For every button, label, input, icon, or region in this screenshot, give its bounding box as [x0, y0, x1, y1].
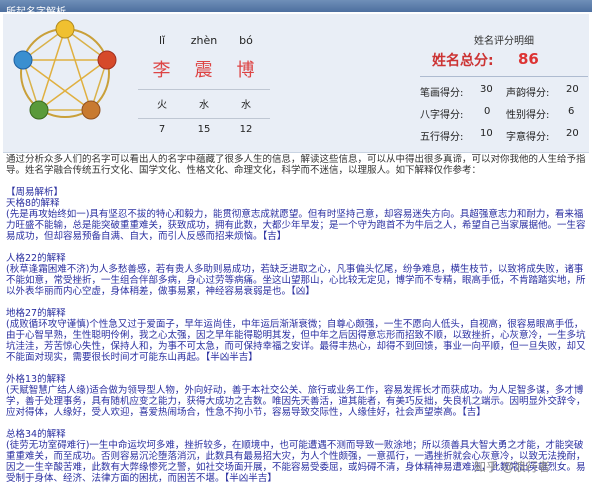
- five-elements-wheel-icon: [13, 19, 117, 120]
- divider: [420, 76, 588, 77]
- score-label: 笔画得分:: [420, 88, 464, 99]
- wuxing-1: 火: [157, 100, 167, 111]
- divider: [138, 118, 270, 119]
- score-row: 八字得分: 0 性别得分: 6: [420, 106, 588, 121]
- section-body: (成败循环攻守谨慎)个性急又过于爱面子，早年运尚佳，中年运后渐渐衰微；自尊心颇强…: [6, 319, 586, 363]
- pinyin-2: zhèn: [190, 34, 218, 47]
- intro-text: 通过分析众多人们的名字可以看出人的名字中蕴藏了很多人生的信息，解读这些信息，可以…: [6, 154, 586, 176]
- score-label: 五行得分:: [420, 132, 464, 143]
- section-title: 【周易解析】: [6, 187, 64, 198]
- section-header: 外格13的解释: [6, 374, 66, 385]
- score-label: 八字得分:: [420, 110, 464, 121]
- score-value: 20: [566, 128, 579, 139]
- score-value: 30: [480, 84, 493, 95]
- stroke-count-2: 15: [197, 124, 211, 135]
- score-header: 姓名评分明细: [474, 36, 534, 47]
- score-label: 字意得分:: [506, 132, 550, 143]
- total-score-label: 姓名总分:: [432, 53, 494, 69]
- window-titlebar: 所起名字解析: [0, 0, 592, 18]
- pinyin-3: bó: [239, 34, 253, 47]
- section-body: (天赋智慧广结人缘)适合做为领导型人物，外向好动，善于本社交公关、旅行或业务工作…: [6, 385, 586, 418]
- section-header: 天格8的解释: [6, 198, 60, 209]
- score-box: 姓名评分明细 姓名总分: 86 笔画得分: 30 声韵得分: 20 八字得分: …: [420, 32, 588, 143]
- score-value: 20: [566, 84, 579, 95]
- score-row: 笔画得分: 30 声韵得分: 20: [420, 84, 588, 99]
- stroke-count-1: 7: [158, 124, 166, 135]
- section-body: (秋草逢霜困难不济)为人多愁善感，若有贵人多助则易成功，若缺乏进取之心，凡事偏头…: [6, 264, 586, 297]
- watermark: 知乎 @浪行者: [474, 460, 550, 474]
- name-char-2: 震: [194, 60, 214, 81]
- analysis-text: 通过分析众多人们的名字可以看出人的名字中蕴藏了很多人生的信息，解读这些信息，可以…: [6, 154, 586, 484]
- score-row: 五行得分: 10 字意得分: 20: [420, 128, 588, 143]
- score-label: 性别得分:: [506, 110, 550, 121]
- score-label: 声韵得分:: [506, 88, 550, 99]
- section-body: (先是再攻始终如一)具有坚忍不拔的特心和毅力，能贯彻意志成就愿望。但有时坚持己意…: [6, 209, 586, 242]
- section-header: 总格34的解释: [6, 429, 66, 440]
- name-char-1: 李: [152, 60, 172, 81]
- name-char-3: 博: [236, 60, 256, 81]
- score-value: 0: [484, 106, 491, 117]
- total-score: 姓名总分: 86: [420, 50, 580, 70]
- score-value: 10: [480, 128, 493, 139]
- score-value: 6: [568, 106, 575, 117]
- wuxing-3: 水: [241, 100, 251, 111]
- section-header: 人格22的解释: [6, 253, 66, 264]
- section-header: 地格27的解释: [6, 308, 66, 319]
- total-score-value: 86: [518, 50, 539, 68]
- wuxing-2: 水: [199, 100, 209, 111]
- pinyin-1: lǐ: [158, 34, 166, 47]
- divider: [138, 89, 270, 90]
- stroke-count-3: 12: [239, 124, 253, 135]
